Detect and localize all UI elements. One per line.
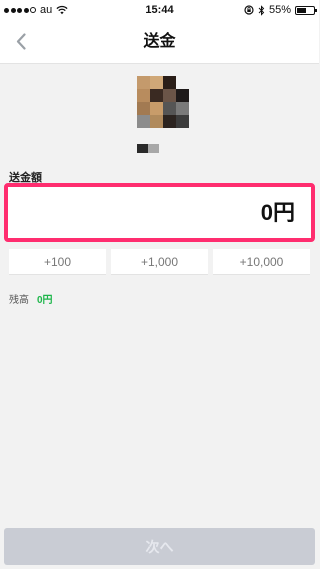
battery-icon <box>295 5 317 15</box>
recipient-avatar <box>137 76 189 128</box>
orientation-lock-icon <box>244 5 254 15</box>
bluetooth-icon <box>258 4 265 16</box>
balance-value: 0円 <box>37 295 53 306</box>
add-100-button[interactable]: +100 <box>9 249 106 275</box>
amount-value: 0円 <box>260 200 295 225</box>
status-right: 55% <box>244 0 317 20</box>
balance: 残高 0円 <box>9 291 53 306</box>
next-button[interactable]: 次へ <box>4 528 315 565</box>
add-10000-button[interactable]: +10,000 <box>213 249 310 275</box>
status-bar: au 15:44 55% <box>0 0 319 20</box>
battery-level <box>297 7 306 13</box>
amount-input[interactable]: 0円 <box>4 183 315 242</box>
add-1000-button[interactable]: +1,000 <box>111 249 208 275</box>
balance-label: 残高 <box>9 295 29 306</box>
recipient-name <box>137 140 159 153</box>
page-title: 送金 <box>143 33 176 50</box>
navigation-bar: 送金 <box>0 20 319 64</box>
battery-percent: 55% <box>268 4 291 16</box>
quick-add-row: +100 +1,000 +10,000 <box>9 249 310 275</box>
